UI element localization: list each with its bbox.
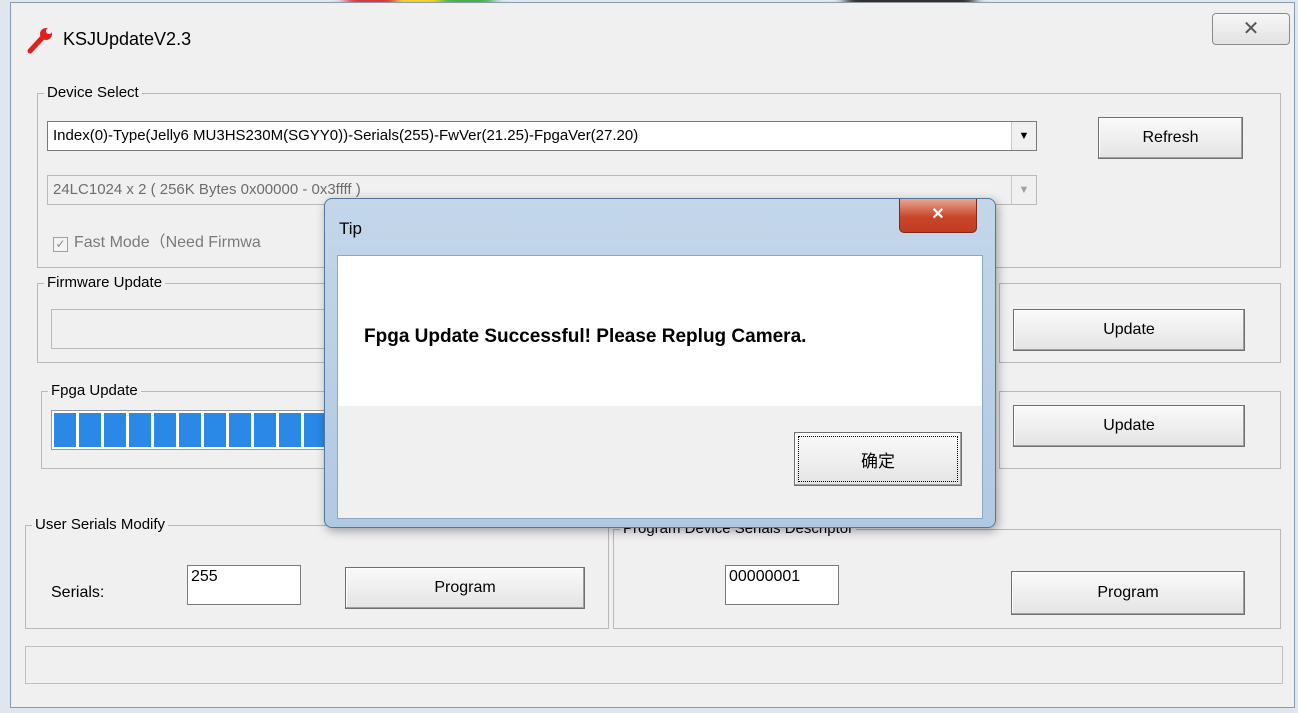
dialog-close-button[interactable]: ✕ [899,199,977,233]
fpga-update-button[interactable]: Update [1013,405,1245,447]
ok-button[interactable]: 确定 [794,432,962,486]
fpga-progress-bar [51,410,341,450]
progress-block [204,413,226,447]
progress-block [129,413,151,447]
firmware-update-button[interactable]: Update [1013,309,1245,351]
device-combo[interactable]: Index(0)-Type(Jelly6 MU3HS230M(SGYY0))-S… [47,121,1037,151]
progress-block [154,413,176,447]
progress-block [179,413,201,447]
progress-block [54,413,76,447]
progress-block [279,413,301,447]
fast-mode-checkbox[interactable]: ✓ Fast Mode（Need Firmwa [53,228,261,252]
progress-block [304,413,326,447]
firmware-update-label: Firmware Update [44,274,166,291]
window-title: KSJUpdateV2.3 [63,29,192,49]
eeprom-combo-value: 24LC1024 x 2 ( 256K Bytes 0x00000 - 0x3f… [53,181,361,198]
close-icon: ✕ [1242,18,1260,40]
user-serials-label: User Serials Modify [32,516,169,533]
progress-block [254,413,276,447]
device-combo-value: Index(0)-Type(Jelly6 MU3HS230M(SGYY0))-S… [53,127,639,144]
checkbox-check-icon[interactable]: ✓ [53,237,68,252]
chevron-down-icon[interactable]: ▼ [1011,122,1036,150]
tip-dialog: Tip ✕ Fpga Update Successful! Please Rep… [324,198,996,528]
close-icon: ✕ [931,206,945,223]
refresh-button[interactable]: Refresh [1098,117,1243,159]
title-bar: KSJUpdateV2.3 ✕ [11,3,1294,67]
fast-mode-label: Fast Mode（Need Firmwa [74,234,261,251]
progress-block [79,413,101,447]
dialog-message: Fpga Update Successful! Please Replug Ca… [364,326,807,347]
wrench-icon [27,28,52,54]
dialog-footer: 确定 [338,406,982,518]
user-serials-program-button[interactable]: Program [345,567,585,609]
status-bar [25,646,1283,684]
dialog-title: Tip [339,219,362,238]
serials-input[interactable]: 255 [187,565,301,605]
dialog-body: Fpga Update Successful! Please Replug Ca… [337,255,983,519]
device-serials-program-button[interactable]: Program [1011,571,1245,615]
device-serials-input[interactable]: 00000001 [725,565,839,605]
window-close-button[interactable]: ✕ [1212,13,1290,45]
fpga-update-label: Fpga Update [48,382,141,399]
device-select-label: Device Select [44,84,142,101]
firmware-path-field[interactable] [51,309,341,349]
focus-rect [798,436,958,482]
chevron-down-icon[interactable]: ▼ [1011,176,1036,204]
progress-block [229,413,251,447]
progress-block [104,413,126,447]
fpga-progress-fill [54,413,338,447]
serials-label: Serials: [51,584,105,601]
